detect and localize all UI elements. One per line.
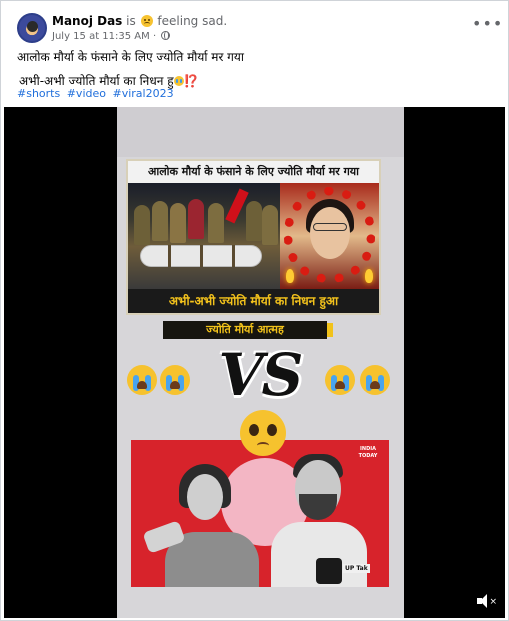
channel-logo: INDIA TODAY (358, 446, 378, 459)
meta-separator: · (152, 31, 157, 42)
hashtags: #shorts #video #viral2023 (17, 87, 177, 100)
mute-x-icon: × (489, 597, 497, 607)
video-player[interactable]: आलोक मौर्या के फंसाने के लिए ज्योति मौर्… (4, 107, 505, 618)
feeling-text: feeling sad. (157, 14, 228, 28)
facebook-post: Manoj Das is feeling sad. July 15 at 11:… (0, 0, 509, 621)
flower-garland (284, 187, 375, 283)
microphone-icon (316, 558, 342, 584)
author-name[interactable]: Manoj Das (52, 14, 122, 28)
news-thumbnail-top: आलोक मौर्या के फंसाने के लिए ज्योति मौर्… (126, 159, 381, 315)
crying-face-icon (173, 76, 184, 86)
video-top-area (117, 107, 404, 157)
thumbnail-caption: अभी-अभी ज्योति मौर्या का निधन हुआ (128, 289, 379, 313)
subtitle-cursor (327, 323, 333, 337)
hashtag-viral2023[interactable]: #viral2023 (112, 87, 173, 100)
thumbnail-title: आलोक मौर्या के फंसाने के लिए ज्योति मौर्… (128, 161, 379, 183)
post-text-line1: आलोक मौर्या के फंसाने के लिए ज्योति मौर्… (17, 50, 244, 64)
video-frame: आलोक मौर्या के फंसाने के लिए ज्योति मौर्… (117, 107, 404, 618)
status-is: is (126, 14, 136, 28)
crying-face-icon (160, 365, 190, 395)
woman-portrait (187, 474, 223, 520)
news-thumbnail-bottom: INDIA TODAY UP Tak (131, 440, 389, 587)
crying-face-icon (325, 365, 355, 395)
hashtag-shorts[interactable]: #shorts (17, 87, 60, 100)
funeral-crowd-image (128, 183, 280, 289)
diya-flame-icon (365, 269, 373, 283)
globe-icon (161, 31, 171, 40)
sad-face-icon (140, 15, 153, 27)
hashtag-video[interactable]: #video (67, 87, 106, 100)
timestamp[interactable]: July 15 at 11:35 AM (52, 31, 150, 42)
avatar[interactable] (17, 13, 47, 43)
author-line: Manoj Das is feeling sad. (52, 14, 227, 28)
mic-label: UP Tak (343, 564, 370, 573)
garlanded-portrait (280, 183, 379, 289)
more-options-button[interactable]: ••• (472, 15, 502, 35)
crying-face-icon (127, 365, 157, 395)
pleading-face-icon (240, 410, 286, 456)
crying-face-icon (360, 365, 390, 395)
post-meta: July 15 at 11:35 AM · (52, 31, 171, 42)
diya-flame-icon (286, 269, 294, 283)
video-subtitle: ज्योति मौर्या आत्मह (163, 321, 327, 339)
interrobang-icon: ⁉️ (183, 74, 199, 88)
vs-text: VS (218, 341, 304, 409)
post-text-line2-main: अभी-अभी ज्योति मौर्या का निधन हु (19, 74, 174, 88)
